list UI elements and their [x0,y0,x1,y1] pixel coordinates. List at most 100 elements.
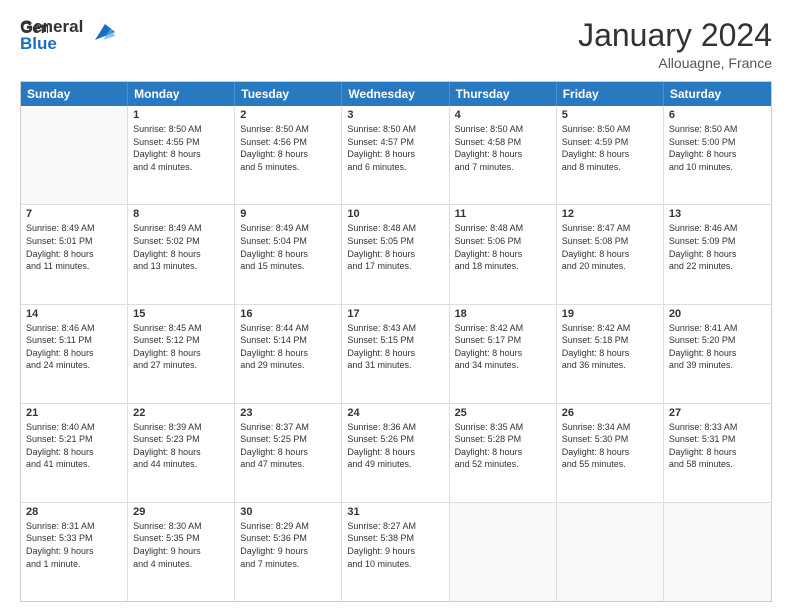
day-info: Sunrise: 8:46 AMSunset: 5:09 PMDaylight:… [669,222,766,272]
day-number: 12 [562,208,658,220]
day-info: Sunrise: 8:42 AMSunset: 5:17 PMDaylight:… [455,322,551,372]
calendar-cell: 5 Sunrise: 8:50 AMSunset: 4:59 PMDaylight… [557,106,664,204]
calendar-header-cell: Saturday [664,82,771,106]
day-number: 10 [347,208,443,220]
calendar-header-cell: Tuesday [235,82,342,106]
day-info: Sunrise: 8:48 AMSunset: 5:06 PMDaylight:… [455,222,551,272]
calendar-cell: 14Sunrise: 8:46 AMSunset: 5:11 PMDayligh… [21,305,128,403]
calendar-cell: 8 Sunrise: 8:49 AMSunset: 5:02 PMDaylight… [128,205,235,303]
calendar-header-cell: Thursday [450,82,557,106]
day-number: 8 [133,208,229,220]
calendar-cell [21,106,128,204]
day-number: 9 [240,208,336,220]
day-number: 6 [669,109,766,121]
day-number: 5 [562,109,658,121]
calendar-cell: 19 Sunrise: 8:42 AMSunset: 5:18 PMDayligh… [557,305,664,403]
calendar-cell: 22 Sunrise: 8:39 AMSunset: 5:23 PMDayligh… [128,404,235,502]
calendar-cell: 23 Sunrise: 8:37 AMSunset: 5:25 PMDayligh… [235,404,342,502]
calendar-cell: 21Sunrise: 8:40 AMSunset: 5:21 PMDayligh… [21,404,128,502]
day-info: Sunrise: 8:31 AMSunset: 5:33 PMDaylight:… [26,520,122,570]
calendar-week-row: 28 Sunrise: 8:31 AMSunset: 5:33 PMDayligh… [21,503,771,601]
day-info: Sunrise: 8:46 AMSunset: 5:11 PMDaylight:… [26,322,122,372]
day-info: Sunrise: 8:50 AMSunset: 4:56 PMDaylight:… [240,123,336,173]
calendar-cell: 18 Sunrise: 8:42 AMSunset: 5:17 PMDayligh… [450,305,557,403]
calendar-cell: 31 Sunrise: 8:27 AMSunset: 5:38 PMDayligh… [342,503,449,601]
calendar-week-row: 7Sunrise: 8:49 AMSunset: 5:01 PMDaylight… [21,205,771,304]
day-number: 13 [669,208,766,220]
day-number: 2 [240,109,336,121]
day-info: Sunrise: 8:34 AMSunset: 5:30 PMDaylight:… [562,421,658,471]
day-info: Sunrise: 8:49 AMSunset: 5:04 PMDaylight:… [240,222,336,272]
day-info: Sunrise: 8:42 AMSunset: 5:18 PMDaylight:… [562,322,658,372]
day-number: 19 [562,308,658,320]
day-number: 20 [669,308,766,320]
calendar-header-cell: Monday [128,82,235,106]
day-info: Sunrise: 8:50 AMSunset: 4:58 PMDaylight:… [455,123,551,173]
calendar-header-cell: Wednesday [342,82,449,106]
day-number: 15 [133,308,229,320]
calendar-cell: 28 Sunrise: 8:31 AMSunset: 5:33 PMDayligh… [21,503,128,601]
day-number: 22 [133,407,229,419]
calendar-cell: 20 Sunrise: 8:41 AMSunset: 5:20 PMDayligh… [664,305,771,403]
calendar-cell: 24Sunrise: 8:36 AMSunset: 5:26 PMDayligh… [342,404,449,502]
page: General January 2024 Allouagne, France S… [0,0,792,612]
day-info: Sunrise: 8:48 AMSunset: 5:05 PMDaylight:… [347,222,443,272]
day-info: Sunrise: 8:45 AMSunset: 5:12 PMDaylight:… [133,322,229,372]
day-info: Sunrise: 8:44 AMSunset: 5:14 PMDaylight:… [240,322,336,372]
day-info: Sunrise: 8:50 AMSunset: 5:00 PMDaylight:… [669,123,766,173]
day-info: Sunrise: 8:41 AMSunset: 5:20 PMDaylight:… [669,322,766,372]
day-info: Sunrise: 8:33 AMSunset: 5:31 PMDaylight:… [669,421,766,471]
day-number: 28 [26,506,122,518]
calendar-cell: 3Sunrise: 8:50 AMSunset: 4:57 PMDaylight… [342,106,449,204]
day-number: 3 [347,109,443,121]
day-info: Sunrise: 8:30 AMSunset: 5:35 PMDaylight:… [133,520,229,570]
calendar-cell: 26Sunrise: 8:34 AMSunset: 5:30 PMDayligh… [557,404,664,502]
day-info: Sunrise: 8:50 AMSunset: 4:59 PMDaylight:… [562,123,658,173]
day-number: 29 [133,506,229,518]
calendar-header-cell: Sunday [21,82,128,106]
day-number: 1 [133,109,229,121]
calendar-cell [557,503,664,601]
calendar: SundayMondayTuesdayWednesdayThursdayFrid… [20,81,772,602]
calendar-cell: 30 Sunrise: 8:29 AMSunset: 5:36 PMDayligh… [235,503,342,601]
day-info: Sunrise: 8:47 AMSunset: 5:08 PMDaylight:… [562,222,658,272]
day-number: 30 [240,506,336,518]
day-number: 25 [455,407,551,419]
day-number: 31 [347,506,443,518]
calendar-body: 1 Sunrise: 8:50 AMSunset: 4:55 PMDaylight… [21,106,771,601]
calendar-cell: 29 Sunrise: 8:30 AMSunset: 5:35 PMDayligh… [128,503,235,601]
day-info: Sunrise: 8:39 AMSunset: 5:23 PMDaylight:… [133,421,229,471]
calendar-cell: 4 Sunrise: 8:50 AMSunset: 4:58 PMDaylight… [450,106,557,204]
calendar-week-row: 14Sunrise: 8:46 AMSunset: 5:11 PMDayligh… [21,305,771,404]
calendar-cell [664,503,771,601]
calendar-header-cell: Friday [557,82,664,106]
calendar-header: SundayMondayTuesdayWednesdayThursdayFrid… [21,82,771,106]
day-info: Sunrise: 8:49 AMSunset: 5:01 PMDaylight:… [26,222,122,272]
day-number: 18 [455,308,551,320]
calendar-cell: 7Sunrise: 8:49 AMSunset: 5:01 PMDaylight… [21,205,128,303]
day-number: 11 [455,208,551,220]
day-info: Sunrise: 8:35 AMSunset: 5:28 PMDaylight:… [455,421,551,471]
calendar-week-row: 21Sunrise: 8:40 AMSunset: 5:21 PMDayligh… [21,404,771,503]
calendar-cell: 2 Sunrise: 8:50 AMSunset: 4:56 PMDaylight… [235,106,342,204]
day-info: Sunrise: 8:37 AMSunset: 5:25 PMDaylight:… [240,421,336,471]
day-info: Sunrise: 8:36 AMSunset: 5:26 PMDaylight:… [347,421,443,471]
calendar-cell: 17Sunrise: 8:43 AMSunset: 5:15 PMDayligh… [342,305,449,403]
day-number: 27 [669,407,766,419]
calendar-cell: 10 Sunrise: 8:48 AMSunset: 5:05 PMDayligh… [342,205,449,303]
day-info: Sunrise: 8:29 AMSunset: 5:36 PMDaylight:… [240,520,336,570]
day-info: Sunrise: 8:50 AMSunset: 4:55 PMDaylight:… [133,123,229,173]
header: General January 2024 Allouagne, France [20,18,772,71]
calendar-cell: 12 Sunrise: 8:47 AMSunset: 5:08 PMDayligh… [557,205,664,303]
day-number: 16 [240,308,336,320]
day-info: Sunrise: 8:27 AMSunset: 5:38 PMDaylight:… [347,520,443,570]
day-info: Sunrise: 8:49 AMSunset: 5:02 PMDaylight:… [133,222,229,272]
day-number: 4 [455,109,551,121]
calendar-cell: 11 Sunrise: 8:48 AMSunset: 5:06 PMDayligh… [450,205,557,303]
calendar-week-row: 1 Sunrise: 8:50 AMSunset: 4:55 PMDaylight… [21,106,771,205]
calendar-cell: 9 Sunrise: 8:49 AMSunset: 5:04 PMDaylight… [235,205,342,303]
calendar-cell: 16 Sunrise: 8:44 AMSunset: 5:14 PMDayligh… [235,305,342,403]
main-title: January 2024 [578,18,772,53]
day-info: Sunrise: 8:40 AMSunset: 5:21 PMDaylight:… [26,421,122,471]
day-number: 23 [240,407,336,419]
